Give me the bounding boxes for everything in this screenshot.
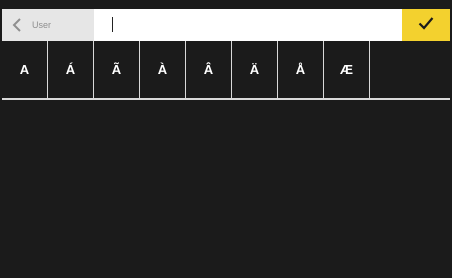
key-a-circumflex[interactable]: Â — [186, 41, 232, 98]
key-a-tilde[interactable]: Ã — [94, 41, 140, 98]
key-a[interactable]: A — [2, 41, 48, 98]
back-button-label: User — [32, 20, 52, 30]
on-screen-keyboard-screen: User A Á Ã À Â Ä Å Æ — [0, 0, 452, 278]
key-empty[interactable] — [370, 41, 450, 98]
key-a-ring[interactable]: Å — [278, 41, 324, 98]
key-a-diaeresis[interactable]: Ä — [232, 41, 278, 98]
key-a-acute[interactable]: Á — [48, 41, 94, 98]
confirm-button[interactable] — [402, 9, 450, 41]
text-caret — [112, 17, 113, 32]
input-bar: User — [2, 9, 450, 41]
checkmark-icon — [418, 16, 434, 35]
key-ae[interactable]: Æ — [324, 41, 370, 98]
key-a-grave[interactable]: À — [140, 41, 186, 98]
text-input-field[interactable] — [94, 9, 402, 41]
keyboard-content-area — [2, 100, 450, 278]
chevron-left-icon — [11, 18, 23, 32]
accented-character-row: A Á Ã À Â Ä Å Æ — [2, 41, 450, 100]
back-button[interactable]: User — [2, 9, 94, 41]
